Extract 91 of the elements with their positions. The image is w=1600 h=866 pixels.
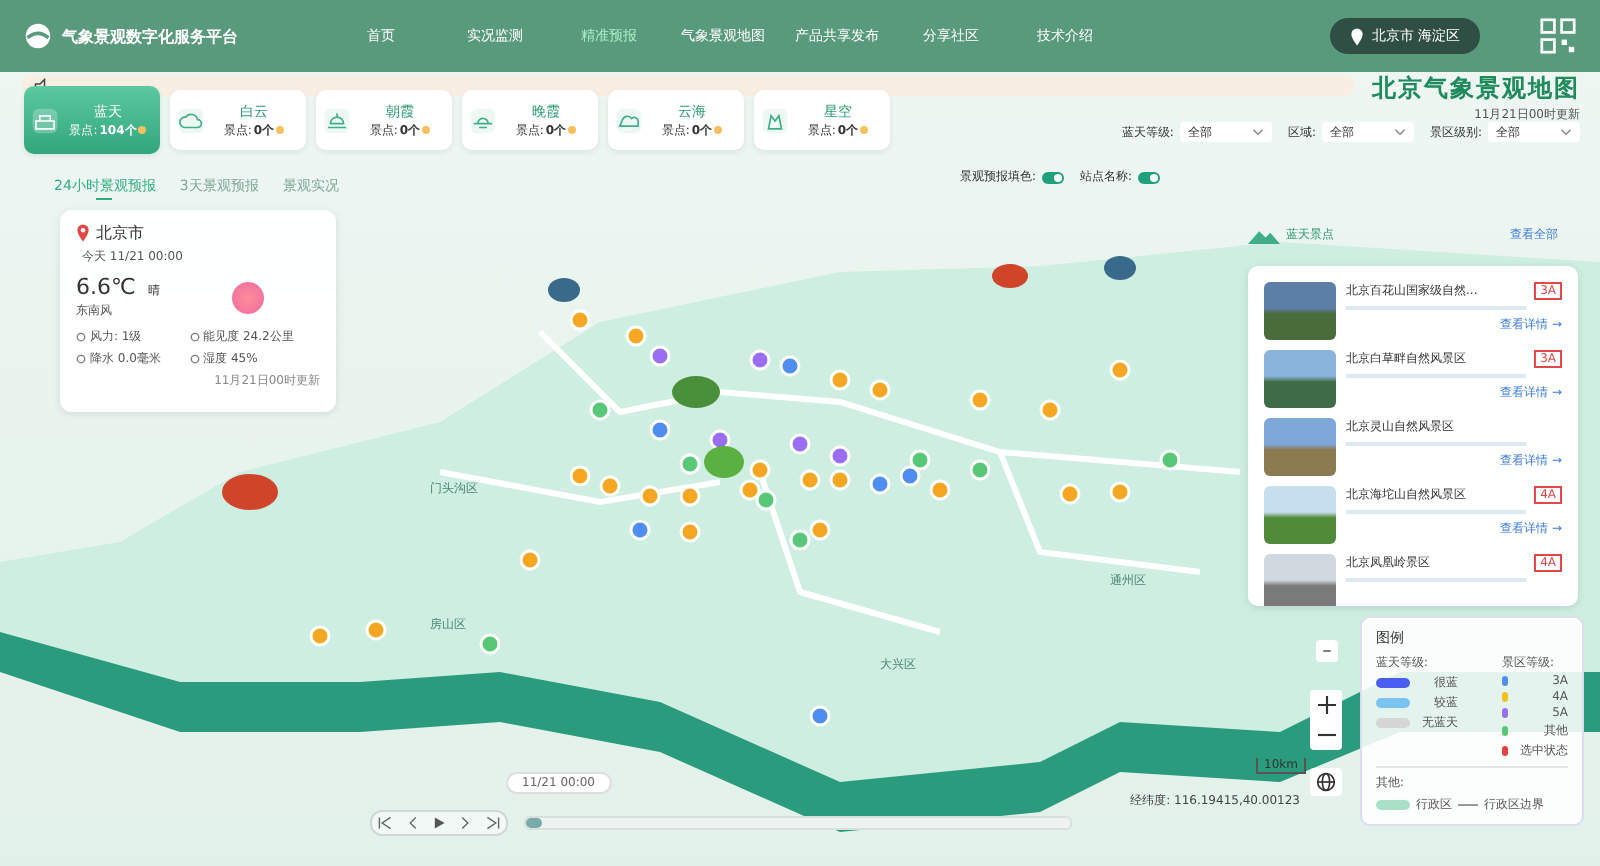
photo-placeholder <box>1264 486 1336 544</box>
photo-placeholder <box>1264 350 1336 408</box>
marker-icon[interactable] <box>829 369 851 391</box>
marker-icon[interactable] <box>869 379 891 401</box>
toggle-switch[interactable] <box>1042 171 1065 183</box>
marker-icon[interactable] <box>309 625 331 647</box>
last-frame-button[interactable] <box>485 814 500 832</box>
landmark-icon[interactable] <box>992 264 1028 288</box>
city-name: 北京市 <box>96 222 144 244</box>
minus-icon <box>1322 646 1332 656</box>
globe-icon <box>1316 772 1336 792</box>
category-icon <box>324 107 350 133</box>
dot-icon <box>860 126 869 134</box>
marker-icon[interactable] <box>569 465 591 487</box>
marker-icon[interactable] <box>1109 359 1131 381</box>
marker-icon[interactable] <box>679 485 701 507</box>
marker-icon[interactable] <box>799 469 821 491</box>
play-button[interactable] <box>431 814 446 832</box>
marker-icon[interactable] <box>969 459 991 481</box>
marker-icon[interactable] <box>629 519 651 541</box>
photo-placeholder <box>1264 554 1336 606</box>
marker-icon[interactable] <box>809 705 831 727</box>
marker-icon[interactable] <box>829 445 851 467</box>
plus-icon <box>1317 696 1335 714</box>
marker-icon[interactable] <box>789 433 811 455</box>
marker-icon[interactable] <box>679 453 701 475</box>
marker-icon[interactable] <box>909 449 931 471</box>
dot-icon <box>422 126 431 134</box>
marker-icon[interactable] <box>789 529 811 551</box>
caret-icon <box>1251 128 1264 136</box>
marker-icon[interactable] <box>519 549 541 571</box>
marker-icon[interactable] <box>649 345 671 367</box>
marker-icon[interactable] <box>755 489 777 511</box>
region-swatch <box>1376 800 1410 810</box>
temperature: 6.6℃ <box>76 274 136 300</box>
marker-icon[interactable] <box>589 399 611 421</box>
logo-icon <box>24 22 52 50</box>
marker-icon[interactable] <box>479 633 501 655</box>
marker-icon[interactable] <box>779 355 801 377</box>
marker-icon[interactable] <box>899 465 921 487</box>
first-frame-button[interactable] <box>378 814 393 832</box>
landmark-icon[interactable] <box>222 474 278 510</box>
next-button[interactable] <box>458 814 473 832</box>
marker-icon[interactable] <box>749 349 771 371</box>
category-icon <box>178 107 204 133</box>
page-title: 北京气象景观地图 <box>1372 72 1580 106</box>
marker-icon[interactable] <box>749 459 771 481</box>
photo-placeholder <box>1264 282 1336 340</box>
pin-icon <box>1349 27 1364 45</box>
dot-icon <box>714 126 723 134</box>
dot-icon <box>138 126 147 134</box>
marker-icon[interactable] <box>639 485 661 507</box>
marker-icon[interactable] <box>1059 483 1081 505</box>
marker-icon[interactable] <box>1039 399 1061 421</box>
landmark-icon[interactable] <box>704 446 744 478</box>
marker-icon[interactable] <box>365 619 387 641</box>
globe-button[interactable] <box>1310 768 1342 796</box>
photo-placeholder <box>1264 418 1336 476</box>
category-icon <box>32 107 58 133</box>
collapse-button[interactable] <box>1316 640 1338 662</box>
previous-button[interactable] <box>405 814 420 832</box>
qr-code-icon[interactable] <box>1540 18 1576 54</box>
timeline-slider[interactable] <box>526 818 543 828</box>
marker-icon[interactable] <box>679 521 701 543</box>
landmark-icon[interactable] <box>1104 256 1136 280</box>
caret-icon <box>1393 128 1406 136</box>
dot-icon <box>276 126 285 134</box>
pin-icon <box>76 224 90 242</box>
platform-title: 气象景观数字化服务平台 <box>62 25 238 47</box>
marker-icon[interactable] <box>625 325 647 347</box>
marker-icon[interactable] <box>569 309 591 331</box>
landmark-icon[interactable] <box>672 376 720 408</box>
marker-icon[interactable] <box>739 479 761 501</box>
category-icon <box>762 107 788 133</box>
caret-icon <box>1560 128 1572 136</box>
marker-icon[interactable] <box>869 473 891 495</box>
marker-icon[interactable] <box>1109 481 1131 503</box>
boundary-line <box>1458 804 1478 806</box>
marker-icon[interactable] <box>599 475 621 497</box>
marker-icon[interactable] <box>649 419 671 441</box>
marker-icon[interactable] <box>1159 449 1181 471</box>
marker-icon[interactable] <box>829 469 851 491</box>
dot-icon <box>568 126 577 134</box>
marker-icon[interactable] <box>809 519 831 541</box>
marker-icon[interactable] <box>969 389 991 411</box>
sun-icon <box>232 281 264 313</box>
category-icon <box>470 107 496 133</box>
category-icon <box>616 107 642 133</box>
landmark-icon[interactable] <box>548 278 580 302</box>
toggle-switch[interactable] <box>1138 171 1161 183</box>
marker-icon[interactable] <box>929 479 951 501</box>
